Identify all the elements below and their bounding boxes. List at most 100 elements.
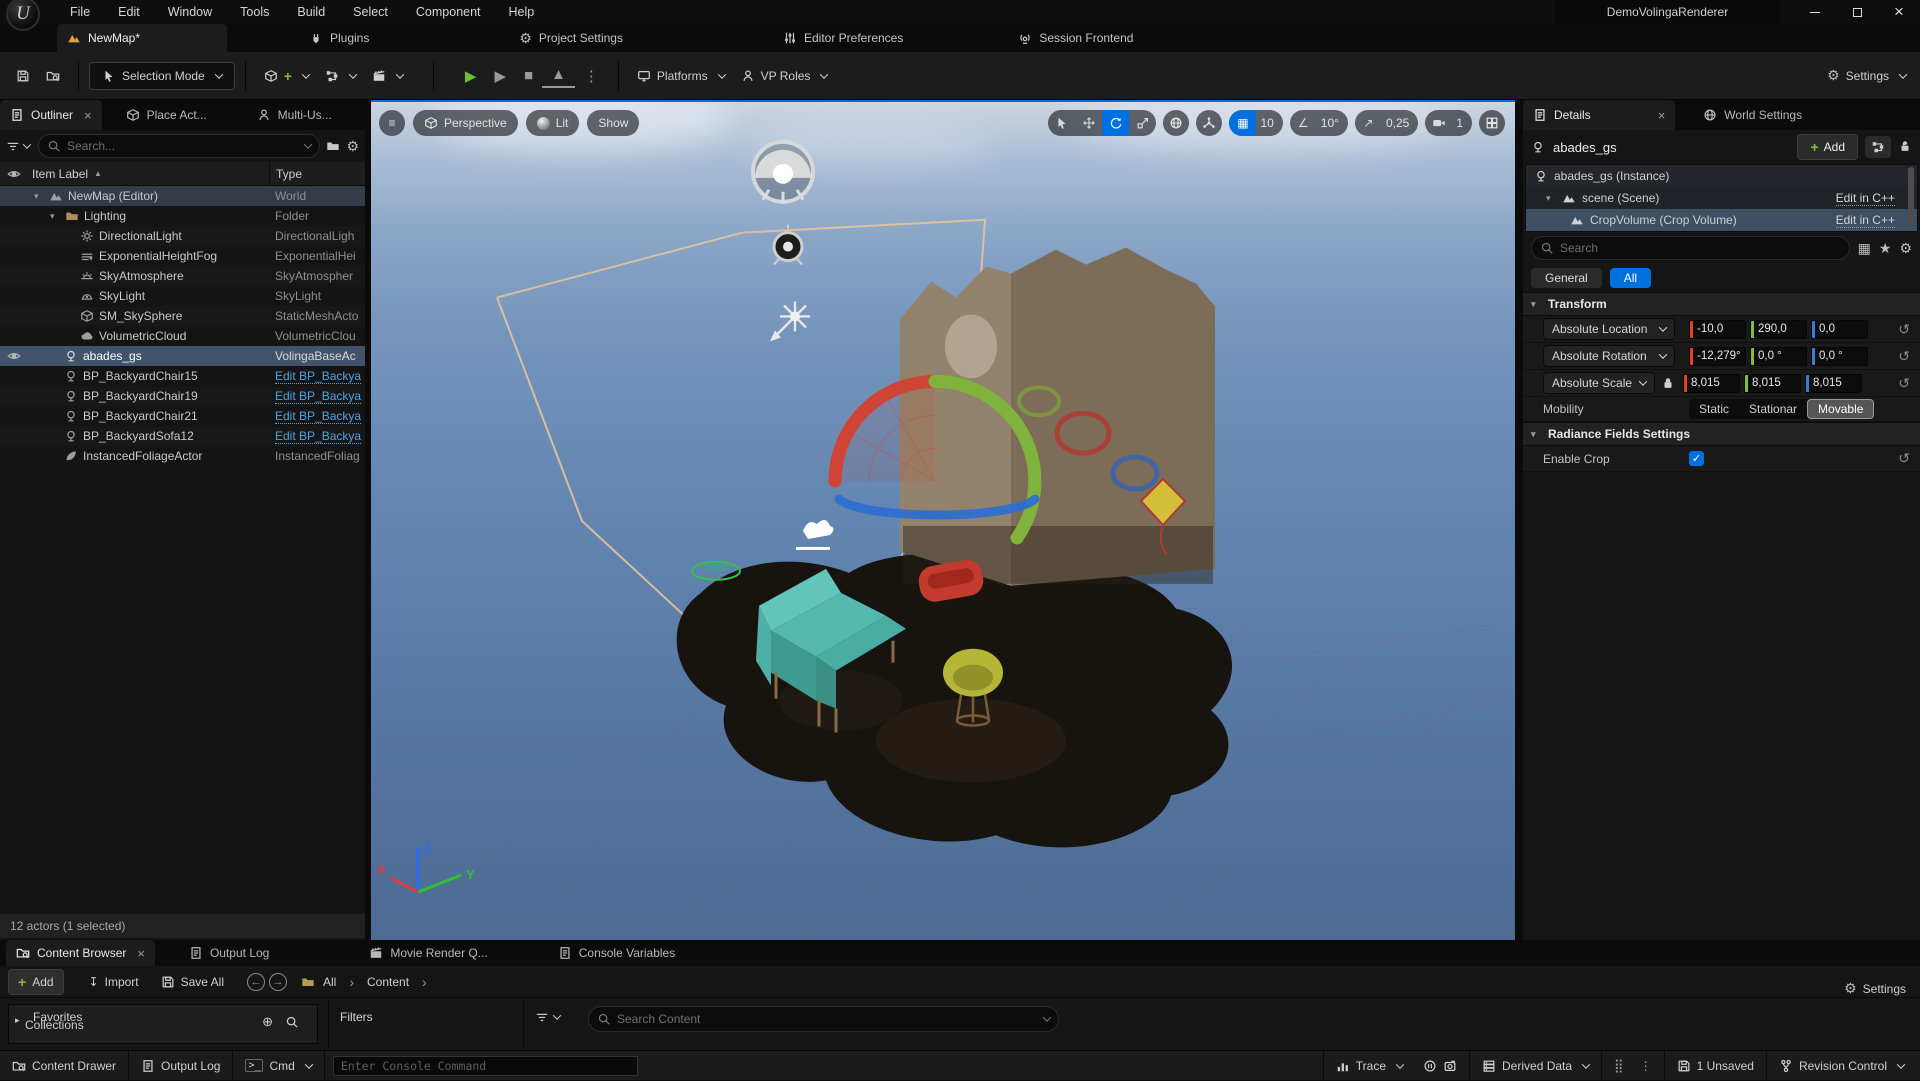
- scale-snap-value[interactable]: 0,25: [1382, 116, 1418, 130]
- menu-window[interactable]: Window: [154, 0, 226, 24]
- toolbar-settings-dropdown[interactable]: ⚙ Settings: [1827, 67, 1906, 84]
- tree-row-instancedfoliageactor[interactable]: InstancedFoliageActor InstancedFoliag: [0, 446, 365, 466]
- drawer-settings-button[interactable]: ⚙ Settings: [1844, 980, 1906, 997]
- menu-edit[interactable]: Edit: [104, 0, 154, 24]
- blueprint-edit-button[interactable]: [1865, 136, 1891, 158]
- close-button[interactable]: ×: [1878, 0, 1920, 24]
- add-collection-icon[interactable]: ⊕: [262, 1014, 273, 1030]
- grid-snap-value[interactable]: 10: [1256, 116, 1282, 130]
- output-log-button[interactable]: Output Log: [129, 1051, 233, 1081]
- camera-speed-value[interactable]: 1: [1452, 116, 1472, 130]
- breadcrumb-content[interactable]: Content: [363, 971, 413, 993]
- tree-row-bp-backyardchair21[interactable]: BP_BackyardChair21 Edit BP_Backya: [0, 406, 365, 426]
- tab-content-browser[interactable]: Content Browser ×: [6, 940, 155, 966]
- details-search-input[interactable]: [1560, 241, 1841, 255]
- tab-output-log[interactable]: Output Log: [179, 940, 279, 966]
- kebab-icon[interactable]: ⋮: [1640, 1059, 1652, 1073]
- tabwell-link-plugins[interactable]: Plugins: [299, 24, 379, 52]
- trace-dropdown[interactable]: Trace: [1323, 1051, 1470, 1081]
- expand-arrow-icon[interactable]: ▾: [1546, 193, 1556, 204]
- component-scene-row[interactable]: ▾ scene (Scene) Edit in C++: [1526, 187, 1917, 209]
- camera-speed-button[interactable]: [1425, 110, 1452, 136]
- location-x-field[interactable]: -10,0: [1689, 320, 1746, 339]
- location-y-field[interactable]: 290,0: [1750, 320, 1807, 339]
- tab-movie-render-queue[interactable]: Movie Render Q...: [359, 940, 497, 966]
- enable-crop-checkbox[interactable]: ✓: [1689, 451, 1704, 466]
- collections-label[interactable]: Collections: [25, 1018, 84, 1032]
- rotation-y-field[interactable]: 0,0 °: [1750, 347, 1807, 366]
- blueprints-dropdown[interactable]: [317, 63, 364, 89]
- perspective-dropdown[interactable]: Perspective: [413, 110, 518, 136]
- tree-row-bp-backyardchair19[interactable]: BP_BackyardChair19 Edit BP_Backya: [0, 386, 365, 406]
- menu-file[interactable]: File: [56, 0, 104, 24]
- tree-row-bp-backyardchair15[interactable]: BP_BackyardChair15 Edit BP_Backya: [0, 366, 365, 386]
- search-collections-icon[interactable]: [285, 1015, 299, 1029]
- tab-world-settings[interactable]: World Settings: [1693, 100, 1812, 130]
- filter-icon[interactable]: [6, 139, 20, 153]
- browse-content-button[interactable]: [38, 63, 68, 89]
- chevron-down-icon[interactable]: [304, 140, 312, 148]
- save-all-button[interactable]: Save All: [152, 971, 233, 993]
- forward-button[interactable]: →: [269, 973, 287, 991]
- settings-gear-icon[interactable]: ⚙: [1899, 240, 1912, 257]
- breadcrumb-all[interactable]: All: [319, 971, 340, 993]
- vp-roles-dropdown[interactable]: VP Roles: [733, 63, 836, 89]
- tab-place-actors[interactable]: Place Act...: [116, 100, 217, 130]
- filter-dropdown[interactable]: [535, 1010, 560, 1024]
- tab-multi-user[interactable]: Multi-Us...: [247, 100, 342, 130]
- unsaved-button[interactable]: 1 Unsaved: [1665, 1051, 1767, 1081]
- filters-label[interactable]: Filters: [340, 1010, 373, 1024]
- tree-row-volumetriccloud[interactable]: VolumetricCloud VolumetricClou: [0, 326, 365, 346]
- menu-component[interactable]: Component: [402, 0, 495, 24]
- play-button[interactable]: ▶: [456, 63, 486, 89]
- edit-in-cpp-link[interactable]: Edit in C++: [1836, 213, 1895, 228]
- tab-details[interactable]: Details ×: [1523, 100, 1675, 130]
- mobility-stationary[interactable]: Stationar: [1739, 400, 1807, 418]
- mobility-static[interactable]: Static: [1689, 400, 1739, 418]
- scale-snap-toggle[interactable]: ↗: [1355, 110, 1382, 136]
- radiance-section-header[interactable]: ▾ Radiance Fields Settings: [1523, 422, 1920, 446]
- location-z-field[interactable]: 0,0: [1811, 320, 1868, 339]
- select-tool-button[interactable]: [1048, 110, 1075, 136]
- location-label-dropdown[interactable]: Absolute Location: [1543, 318, 1675, 340]
- tabwell-link-session-frontend[interactable]: Session Frontend: [1008, 24, 1143, 52]
- ruined-wall[interactable]: [900, 248, 1215, 586]
- unlock-icon[interactable]: [1898, 139, 1912, 156]
- expand-arrow-icon[interactable]: ▸: [15, 1015, 25, 1026]
- rotation-label-dropdown[interactable]: Absolute Rotation: [1543, 345, 1675, 367]
- content-drawer-button[interactable]: Content Drawer: [0, 1051, 129, 1081]
- menu-help[interactable]: Help: [495, 0, 549, 24]
- stop-button[interactable]: ■: [515, 63, 542, 88]
- close-icon[interactable]: ×: [84, 108, 92, 123]
- transform-section-header[interactable]: ▾ Transform: [1523, 292, 1920, 316]
- derived-data-dropdown[interactable]: Derived Data: [1470, 1051, 1602, 1081]
- add-component-button[interactable]: + Add: [1797, 134, 1858, 160]
- snapshot-icon[interactable]: [1443, 1059, 1457, 1073]
- skip-frame-button[interactable]: ▶: [485, 63, 515, 89]
- play-options-kebab[interactable]: ⋮: [575, 63, 608, 89]
- show-flags-dropdown[interactable]: Show: [587, 110, 639, 136]
- revision-control-dropdown[interactable]: Revision Control: [1767, 1051, 1920, 1081]
- close-icon[interactable]: ×: [137, 946, 145, 961]
- tree-row-skyatmosphere[interactable]: SkyAtmosphere SkyAtmospher: [0, 266, 365, 286]
- viewport-layout-button[interactable]: [1479, 110, 1505, 136]
- tab-newmap[interactable]: NewMap*: [57, 24, 227, 52]
- filter-all-button[interactable]: All: [1610, 268, 1651, 288]
- expand-arrow-icon[interactable]: ▾: [34, 191, 44, 202]
- tab-console-variables[interactable]: Console Variables: [548, 940, 686, 966]
- tree-row-newmap[interactable]: ▾ NewMap (Editor) World: [0, 186, 365, 206]
- lock-scale-icon[interactable]: [1661, 376, 1675, 390]
- add-content-button[interactable]: + Add: [8, 969, 64, 995]
- surface-snapping-button[interactable]: [1196, 110, 1222, 136]
- selection-mode-dropdown[interactable]: Selection Mode: [89, 62, 235, 90]
- scale-tool-button[interactable]: [1129, 110, 1156, 136]
- scale-label-dropdown[interactable]: Absolute Scale: [1543, 372, 1655, 394]
- tree-row-sm-skysphere[interactable]: SM_SkySphere StaticMeshActo: [0, 306, 365, 326]
- edit-blueprint-link[interactable]: Edit BP_Backya: [269, 386, 365, 406]
- column-item-label[interactable]: Item Label ▲: [28, 167, 269, 181]
- white-sprite[interactable]: [796, 520, 834, 550]
- reset-scale-button[interactable]: ↺: [1898, 375, 1910, 392]
- console-command-input[interactable]: [333, 1056, 638, 1076]
- chevron-down-icon[interactable]: [1043, 1013, 1051, 1021]
- sun-sprite[interactable]: [770, 302, 810, 342]
